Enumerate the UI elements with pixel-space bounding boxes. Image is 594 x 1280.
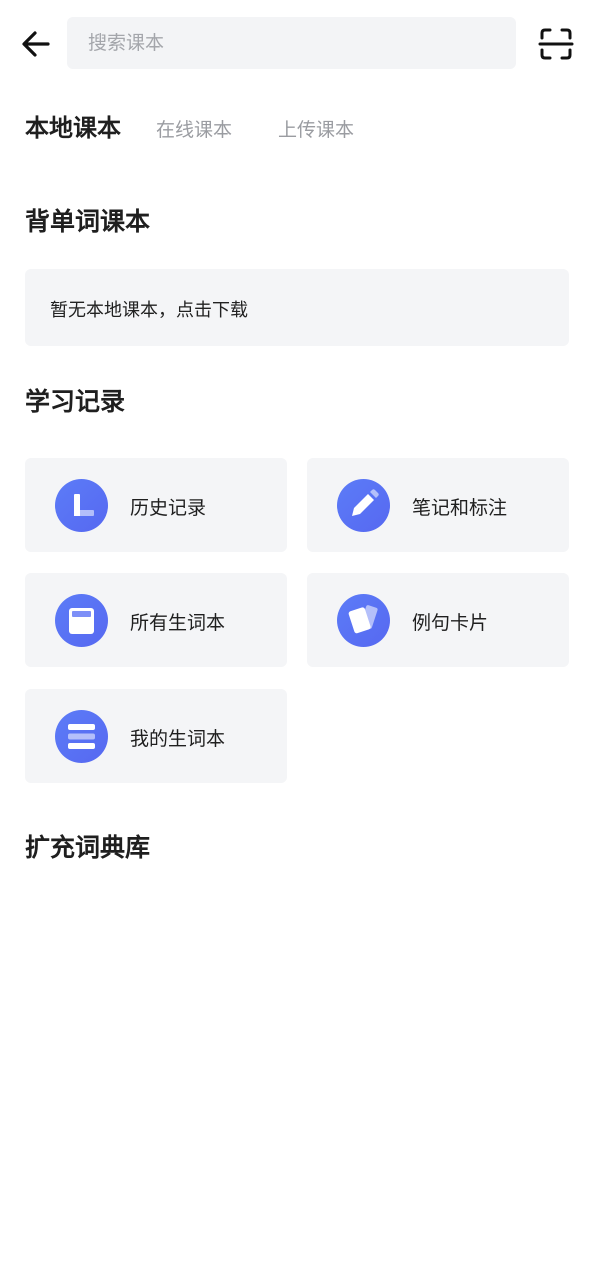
scan-icon[interactable]	[537, 25, 575, 63]
history-icon	[55, 479, 108, 532]
history-card[interactable]: 历史记录	[25, 458, 287, 552]
all-wordbooks-card[interactable]: 所有生词本	[25, 573, 287, 667]
tab-local-textbooks[interactable]: 本地课本	[25, 108, 121, 143]
notebook-icon	[55, 594, 108, 647]
notes-label: 笔记和标注	[412, 497, 508, 519]
all-wordbooks-label: 所有生词本	[130, 612, 226, 634]
textbook-tabs: 本地课本 在线课本 上传课本	[25, 108, 400, 148]
cards-icon	[337, 594, 390, 647]
pencil-icon	[337, 479, 390, 532]
records-section-title: 学习记录	[25, 387, 126, 416]
my-wordbook-card[interactable]: 我的生词本	[25, 689, 287, 783]
example-cards-card[interactable]: 例句卡片	[307, 573, 569, 667]
tab-online-textbooks[interactable]: 在线课本	[156, 115, 232, 142]
arrow-left-icon[interactable]	[18, 26, 54, 62]
empty-textbook-banner[interactable]: 暂无本地课本，点击下载	[25, 269, 569, 346]
dictionary-section-title: 扩充词典库	[25, 833, 151, 862]
header-bar	[0, 0, 594, 88]
list-icon	[55, 710, 108, 763]
empty-textbook-message: 暂无本地课本，点击下载	[50, 300, 248, 321]
search-input[interactable]	[67, 17, 516, 69]
wordbook-section-title: 背单词课本	[25, 207, 151, 236]
example-cards-label: 例句卡片	[412, 612, 489, 634]
notes-card[interactable]: 笔记和标注	[307, 458, 569, 552]
history-label: 历史记录	[130, 497, 207, 519]
my-wordbook-label: 我的生词本	[130, 728, 226, 750]
search-box	[67, 17, 516, 69]
tab-upload-textbooks[interactable]: 上传课本	[278, 115, 354, 142]
